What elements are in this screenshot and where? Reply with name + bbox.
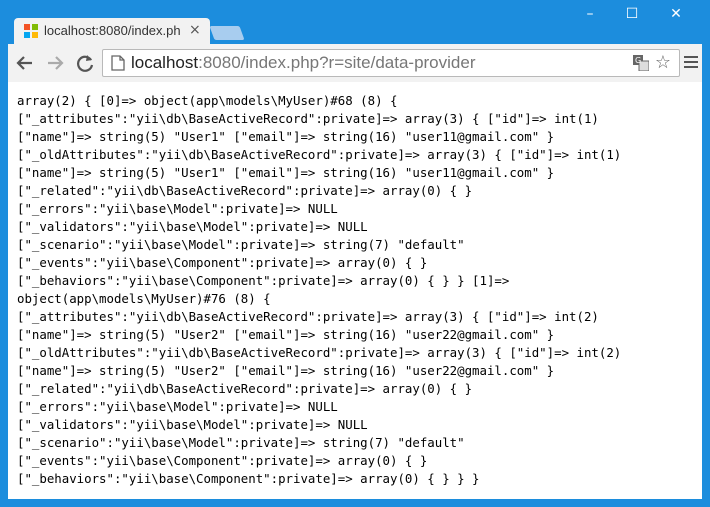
back-arrow-icon[interactable] xyxy=(14,52,36,74)
close-window-button[interactable]: ✕ xyxy=(666,6,686,22)
output-line: ["name"]=> string(5) "User1" ["email"]=>… xyxy=(17,129,555,144)
title-bar: localhost:8080/index.ph × – ☐ ✕ xyxy=(0,0,710,44)
output-line: ["_attributes":"yii\db\BaseActiveRecord"… xyxy=(17,111,599,126)
output-line: ["name"]=> string(5) "User2" ["email"]=>… xyxy=(17,363,555,378)
address-bar[interactable]: localhost:8080/index.php?r=site/data-pro… xyxy=(102,49,680,77)
reload-icon[interactable] xyxy=(74,52,96,74)
output-line: ["_oldAttributes":"yii\db\BaseActiveReco… xyxy=(17,147,622,162)
output-line: ["_events":"yii\base\Component":private]… xyxy=(17,255,428,270)
url-text: localhost:8080/index.php?r=site/data-pro… xyxy=(131,53,476,73)
url-host: localhost xyxy=(131,53,199,72)
svg-text:G: G xyxy=(635,56,641,65)
var-dump-output: array(2) { [0]=> object(app\models\MyUse… xyxy=(17,92,702,488)
output-line: ["_scenario":"yii\base\Model":private]=>… xyxy=(17,435,465,450)
menu-icon[interactable] xyxy=(684,56,698,70)
translate-icon[interactable]: G xyxy=(633,55,649,71)
output-line: object(app\models\MyUser)#76 (8) { xyxy=(17,291,271,306)
browser-window: localhost:8080/index.ph × – ☐ ✕ localhos… xyxy=(0,0,710,507)
output-line: ["_oldAttributes":"yii\db\BaseActiveReco… xyxy=(17,345,622,360)
output-line: ["_related":"yii\db\BaseActiveRecord":pr… xyxy=(17,381,473,396)
output-line: ["_behaviors":"yii\base\Component":priva… xyxy=(17,471,480,486)
page-icon xyxy=(111,55,125,71)
star-icon[interactable]: ☆ xyxy=(655,52,671,73)
new-tab-button[interactable] xyxy=(209,26,245,40)
output-line: ["_validators":"yii\base\Model":private]… xyxy=(17,219,368,234)
output-line: ["_scenario":"yii\base\Model":private]=>… xyxy=(17,237,465,252)
forward-arrow-icon[interactable] xyxy=(44,52,66,74)
tab-title: localhost:8080/index.ph xyxy=(44,23,181,38)
url-path: :8080/index.php?r=site/data-provider xyxy=(198,53,476,72)
output-line: ["_related":"yii\db\BaseActiveRecord":pr… xyxy=(17,183,473,198)
output-line: ["name"]=> string(5) "User2" ["email"]=>… xyxy=(17,327,555,342)
maximize-button[interactable]: ☐ xyxy=(622,6,642,22)
minimize-button[interactable]: – xyxy=(580,6,600,22)
output-line: ["_validators":"yii\base\Model":private]… xyxy=(17,417,368,432)
output-line: ["_errors":"yii\base\Model":private]=> N… xyxy=(17,201,338,216)
output-line: array(2) { [0]=> object(app\models\MyUse… xyxy=(17,93,398,108)
page-content: array(2) { [0]=> object(app\models\MyUse… xyxy=(8,82,702,499)
output-line: ["_events":"yii\base\Component":private]… xyxy=(17,453,428,468)
browser-toolbar: localhost:8080/index.php?r=site/data-pro… xyxy=(8,44,702,82)
output-line: ["name"]=> string(5) "User1" ["email"]=>… xyxy=(17,165,555,180)
favicon-icon xyxy=(24,24,38,38)
tab-close-button[interactable]: × xyxy=(189,23,201,37)
browser-tab[interactable]: localhost:8080/index.ph × xyxy=(14,18,210,44)
output-line: ["_behaviors":"yii\base\Component":priva… xyxy=(17,273,510,288)
output-line: ["_errors":"yii\base\Model":private]=> N… xyxy=(17,399,338,414)
output-line: ["_attributes":"yii\db\BaseActiveRecord"… xyxy=(17,309,599,324)
